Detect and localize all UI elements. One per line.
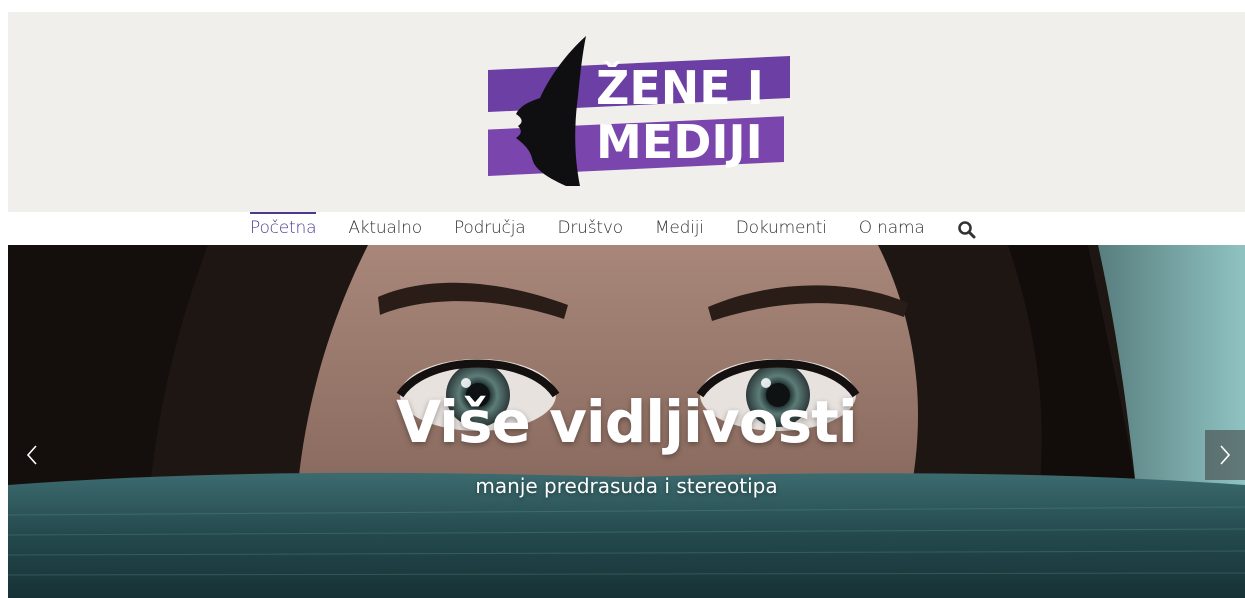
chevron-right-icon [1220,445,1231,465]
slider-prev-button[interactable] [12,430,52,480]
logo-text-line2: MEDIJI [596,115,763,169]
logo-graphic: ŽENE I MEDIJI [478,36,790,186]
site-logo[interactable]: ŽENE I MEDIJI [478,36,790,186]
nav-item-mediji[interactable]: Mediji [655,212,704,246]
hero-subtitle: manje predrasuda i stereotipa [475,474,778,498]
search-icon [957,221,976,239]
slider-next-button[interactable] [1205,430,1245,480]
nav-item-pocetna[interactable]: Početna [250,212,317,246]
nav-item-dokumenti[interactable]: Dokumenti [736,212,827,246]
chevron-left-icon [26,445,37,465]
nav-item-o-nama[interactable]: O nama [859,212,925,246]
search-button[interactable] [957,212,979,246]
hero-title: Više vidljivosti [396,388,857,456]
page: ŽENE I MEDIJI Početna Aktualno Područja … [8,12,1245,598]
nav-list: Početna Aktualno Područja Društvo Mediji… [250,212,979,246]
hero-slider: Više vidljivosti manje predrasuda i ster… [8,245,1245,598]
main-navigation: Početna Aktualno Područja Društvo Mediji… [8,212,1245,246]
nav-item-podrucja[interactable]: Područja [454,212,526,246]
logo-text-line1: ŽENE I [596,61,764,115]
nav-item-drustvo[interactable]: Društvo [557,212,623,246]
nav-item-aktualno[interactable]: Aktualno [348,212,422,246]
site-header: ŽENE I MEDIJI [8,12,1245,212]
